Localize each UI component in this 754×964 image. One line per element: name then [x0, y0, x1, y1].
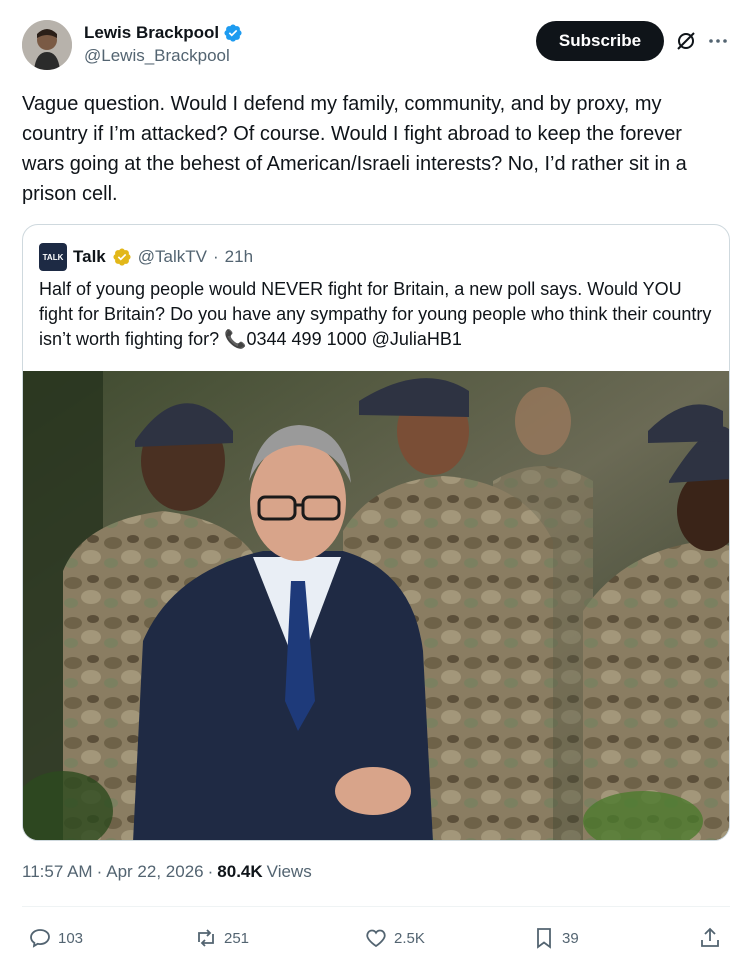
tweet-date[interactable]: Apr 22, 2026	[106, 862, 203, 882]
quoted-author-name[interactable]: Talk	[73, 247, 106, 267]
quoted-tweet[interactable]: TALK Talk @TalkTV · 21h Half of young pe…	[22, 224, 730, 841]
bookmark-icon	[537, 928, 551, 949]
quoted-separator: ·	[212, 247, 219, 266]
gold-verified-badge-icon	[113, 248, 131, 266]
heart-icon	[366, 929, 386, 948]
tweet-meta: 11:57 AM · Apr 22, 2026 · 80.4K Views	[22, 862, 312, 882]
repost-button[interactable]: 251	[194, 926, 249, 950]
talk-logo[interactable]: TALK	[39, 243, 67, 271]
tweet-header: Lewis Brackpool @Lewis_Brackpool Subscri…	[22, 20, 738, 72]
author-handle[interactable]: @Lewis_Brackpool	[84, 46, 243, 66]
quoted-time[interactable]: 21h	[225, 247, 253, 267]
share-button[interactable]	[698, 926, 722, 950]
like-button[interactable]: 2.5K	[364, 926, 425, 950]
divider	[22, 906, 730, 907]
meta-separator: ·	[207, 862, 214, 881]
bookmark-button[interactable]: 39	[532, 926, 579, 950]
bookmark-count: 39	[562, 929, 579, 947]
meta-separator: ·	[96, 862, 103, 881]
author-block: Lewis Brackpool @Lewis_Brackpool	[84, 23, 243, 66]
repost-icon	[198, 929, 214, 947]
grok-icon[interactable]	[674, 29, 698, 53]
quoted-photo[interactable]	[23, 371, 730, 841]
quoted-tweet-text: Half of young people would NEVER fight f…	[39, 279, 712, 349]
reply-icon	[30, 929, 50, 948]
like-count: 2.5K	[394, 929, 425, 947]
more-icon[interactable]	[706, 29, 730, 53]
action-bar: 103 251 2.5K 39	[22, 926, 730, 954]
repost-count: 251	[224, 929, 250, 947]
views-count: 80.4K	[217, 862, 263, 881]
tweet-time[interactable]: 11:57 AM	[22, 862, 93, 882]
tweet-text: Vague question. Would I defend my family…	[22, 93, 687, 205]
author-name[interactable]: Lewis Brackpool	[84, 23, 219, 43]
verified-badge-icon	[224, 24, 242, 42]
views-label: Views	[266, 862, 312, 881]
quoted-author-handle[interactable]: @TalkTV	[138, 247, 207, 267]
share-icon	[701, 927, 719, 947]
subscribe-button[interactable]: Subscribe	[536, 21, 664, 61]
reply-button[interactable]: 103	[28, 926, 83, 950]
avatar[interactable]	[22, 20, 72, 70]
reply-count: 103	[58, 929, 84, 947]
quoted-tweet-header: TALK Talk @TalkTV · 21h	[39, 243, 253, 271]
